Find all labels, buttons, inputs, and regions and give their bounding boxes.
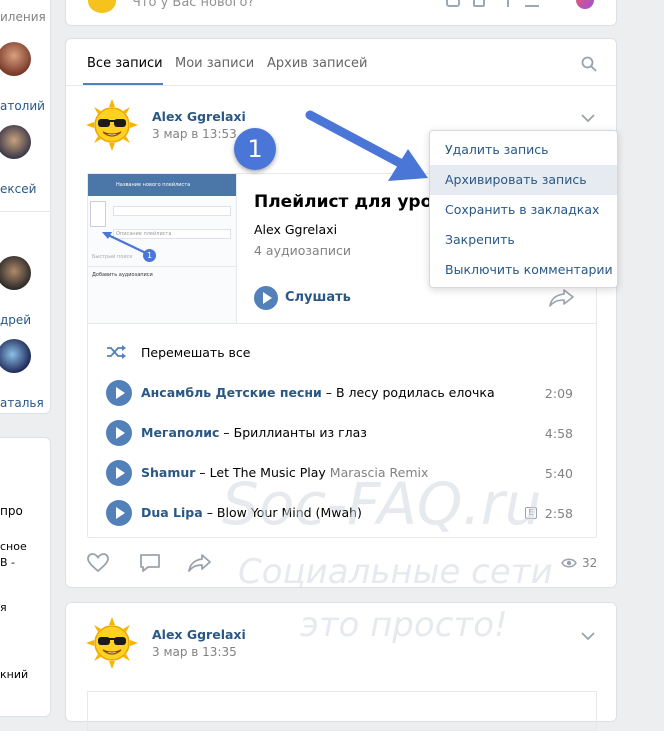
friend-avatar[interactable]: [0, 339, 31, 373]
track-separator: –: [206, 505, 213, 520]
sidebar-text-item[interactable]: кний: [0, 668, 28, 681]
tabs-divider: [66, 85, 616, 86]
track-row[interactable]: Dua Lipa – Blow Your Mind (Mwah) E 2:58: [88, 496, 593, 530]
track-title[interactable]: Blow Your Mind (Mwah): [217, 505, 362, 520]
track-row[interactable]: Мегаполис – Бриллианты из глаз 4:58: [88, 416, 593, 450]
friend-avatar[interactable]: [0, 42, 31, 76]
playlist-title[interactable]: Плейлист для урока: [254, 192, 455, 212]
track-title[interactable]: В лесу родилась елочка: [336, 385, 495, 400]
post-date[interactable]: 3 мар в 13:35: [152, 645, 237, 659]
track-separator: –: [223, 425, 230, 440]
listen-button[interactable]: Слушать: [285, 290, 351, 305]
menu-item-delete[interactable]: Удалить запись: [430, 135, 617, 165]
track-line: Мегаполис – Бриллианты из глаз: [141, 425, 367, 440]
play-icon[interactable]: [106, 500, 132, 526]
divider: [0, 211, 51, 212]
play-icon[interactable]: [106, 380, 132, 406]
friend-name[interactable]: атолий: [0, 99, 45, 113]
track-title[interactable]: Бриллианты из глаз: [234, 425, 367, 440]
composer-avatar: [88, 0, 116, 13]
wall-post-2: Alex Ggrelaxi 3 мар в 13:35: [65, 602, 617, 731]
play-icon[interactable]: [106, 420, 132, 446]
photo-icon[interactable]: [446, 0, 460, 7]
track-separator: –: [325, 385, 333, 400]
composer-input[interactable]: Что у Вас нового?: [132, 0, 254, 10]
sidebar-text-item[interactable]: про: [0, 504, 23, 518]
track-artist[interactable]: Shamur: [141, 465, 195, 480]
comment-icon[interactable]: [139, 553, 161, 573]
track-duration: 4:58: [544, 426, 573, 441]
sidebar-text-card: про сное В - я кний: [0, 437, 51, 717]
thumb-title: Название нового плейлиста: [116, 182, 191, 188]
like-icon[interactable]: [87, 553, 109, 573]
friend-name[interactable]: аталья: [0, 396, 44, 410]
story-icon[interactable]: [576, 0, 594, 9]
listen-play-icon[interactable]: [254, 286, 278, 310]
post-actions-menu: Удалить запись Архивировать запись Сохра…: [429, 130, 618, 288]
friends-card: иления атолий ексей дрей аталья: [0, 0, 51, 414]
tab-archive[interactable]: Архив записей: [267, 56, 368, 71]
views-count: 32: [582, 556, 598, 570]
tutorial-arrow: [305, 110, 428, 181]
tab-my-posts[interactable]: Мои записи: [175, 56, 254, 71]
track-row[interactable]: Shamur – Let The Music Play Marascia Rem…: [88, 456, 593, 490]
track-line: Ансамбль Детские песни – В лесу родилась…: [141, 385, 495, 400]
track-duration: 5:40: [544, 466, 573, 481]
attachment-preview: [87, 691, 597, 731]
track-duration: 2:58: [544, 506, 573, 521]
music-icon[interactable]: [499, 0, 509, 7]
friend-avatar[interactable]: [0, 256, 31, 290]
shuffle-icon[interactable]: [106, 344, 126, 360]
track-row[interactable]: Ансамбль Детские песни – В лесу родилась…: [88, 376, 593, 410]
sidebar-top-label: иления: [0, 10, 46, 24]
views-eye-icon: [561, 558, 577, 568]
menu-item-pin[interactable]: Закрепить: [430, 225, 617, 255]
track-separator: –: [199, 465, 206, 480]
post-author[interactable]: Alex Ggrelaxi: [152, 627, 246, 642]
menu-item-archive[interactable]: Архивировать запись: [430, 165, 617, 195]
sun-sunglasses-avatar[interactable]: [86, 617, 138, 669]
playlist-cover[interactable]: Название нового плейлиста Описание плейл…: [88, 174, 237, 323]
thumb-add: Добавить аудиозаписи: [92, 272, 153, 278]
thumb-step-badge: 1: [143, 249, 156, 262]
left-sidebar: иления атолий ексей дрей аталья про сное…: [0, 0, 51, 717]
menu-item-bookmark[interactable]: Сохранить в закладках: [430, 195, 617, 225]
shuffle-all-button[interactable]: Перемешать все: [141, 345, 251, 360]
chevron-down-icon[interactable]: [581, 113, 595, 123]
track-artist[interactable]: Dua Lipa: [141, 505, 203, 520]
repost-icon[interactable]: [188, 553, 212, 573]
track-subtitle: Marascia Remix: [329, 465, 429, 480]
explicit-badge: E: [525, 507, 537, 519]
track-title[interactable]: Let The Music Play: [210, 465, 326, 480]
playlist-owner[interactable]: Alex Ggrelaxi: [254, 222, 337, 237]
friend-name[interactable]: ексей: [0, 182, 36, 196]
sidebar-text-item[interactable]: я: [0, 601, 7, 614]
search-icon[interactable]: [581, 56, 597, 72]
post-composer: Что у Вас нового?: [65, 0, 617, 26]
share-icon[interactable]: [549, 288, 575, 308]
step-badge: 1: [234, 128, 276, 170]
video-icon[interactable]: [473, 0, 485, 7]
sun-sunglasses-avatar[interactable]: [86, 99, 138, 151]
tab-all-posts[interactable]: Все записи: [87, 56, 163, 71]
chevron-down-icon[interactable]: [581, 631, 595, 641]
track-duration: 2:09: [544, 386, 573, 401]
note-icon[interactable]: [525, 0, 539, 7]
track-line: Dua Lipa – Blow Your Mind (Mwah): [141, 505, 362, 520]
sidebar-text-item[interactable]: сное: [0, 540, 27, 553]
playlist-count: 4 аудиозаписи: [254, 243, 351, 258]
sidebar-text-item[interactable]: В -: [0, 556, 15, 569]
play-icon[interactable]: [106, 460, 132, 486]
post-date[interactable]: 3 мар в 13:53: [152, 127, 237, 141]
post-author[interactable]: Alex Ggrelaxi: [152, 109, 246, 124]
friend-name[interactable]: дрей: [0, 313, 31, 327]
menu-item-disable-comments[interactable]: Выключить комментарии: [430, 255, 617, 285]
track-artist[interactable]: Мегаполис: [141, 425, 219, 440]
track-artist[interactable]: Ансамбль Детские песни: [141, 385, 322, 400]
playlist-divider: [88, 323, 596, 324]
friend-avatar[interactable]: [0, 125, 31, 159]
track-line: Shamur – Let The Music Play Marascia Rem…: [141, 465, 428, 480]
